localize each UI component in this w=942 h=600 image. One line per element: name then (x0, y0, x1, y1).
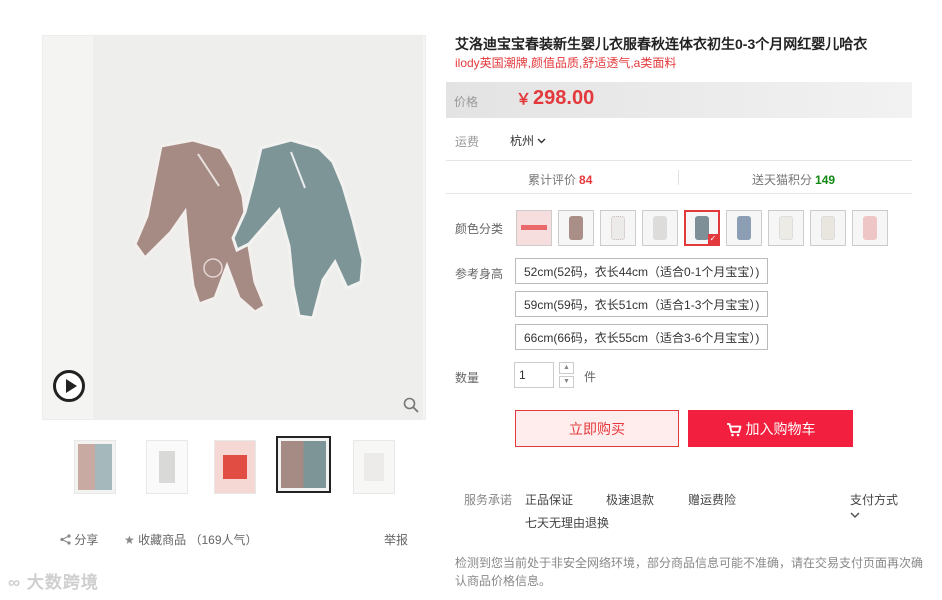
quantity-unit: 件 (584, 370, 597, 384)
service-genuine[interactable]: 正品保证 (525, 491, 573, 508)
watermark-text: 大数跨境 (26, 573, 99, 592)
thumbnail-strip (64, 436, 424, 500)
points-label: 送天猫积分 (752, 173, 813, 187)
price-value: ￥ 298.00 (516, 87, 594, 110)
selected-check-icon: ✓ (708, 234, 718, 244)
points-stat: 送天猫积分 149 (752, 171, 835, 188)
payment-methods-toggle[interactable]: 支付方式 (850, 491, 898, 508)
zoom-icon[interactable] (403, 397, 419, 413)
shipping-city: 杭州 (510, 134, 535, 148)
shipping-city-select[interactable]: 杭州 (510, 132, 546, 149)
color-swatch-7[interactable] (768, 210, 804, 246)
quantity-increase-button[interactable]: ▲ (559, 362, 574, 374)
watermark: ∞ 大数跨境 (8, 568, 99, 593)
quantity-input[interactable] (514, 362, 554, 388)
thumbnail-2[interactable] (146, 440, 188, 494)
price-label: 价格 (454, 95, 479, 109)
watermark-logo-icon: ∞ (8, 573, 22, 592)
thumbnail-4-selected[interactable] (276, 436, 331, 493)
color-swatch-6[interactable] (726, 210, 762, 246)
reviews-label: 累计评价 (528, 173, 577, 187)
cart-icon (726, 422, 741, 436)
shipping-label: 运费 (455, 135, 480, 149)
buy-now-button[interactable]: 立即购买 (515, 410, 679, 447)
chevron-down-icon (537, 138, 546, 144)
divider (446, 193, 912, 194)
size-option-52[interactable]: 52cm(52码，衣长44cm（适合0-1个月宝宝）) (515, 258, 769, 284)
price-box: 价格 ￥ 298.00 (446, 82, 912, 118)
currency-symbol: ￥ (516, 91, 532, 108)
service-label: 服务承诺 (464, 493, 513, 507)
security-notice: 检测到您当前处于非安全网络环境，部分商品信息可能不准确，请在交易支付页面再次确认… (455, 556, 924, 588)
points-count: 149 (815, 173, 836, 187)
add-to-cart-button[interactable]: 加入购物车 (688, 410, 853, 447)
share-label: 分享 (74, 533, 99, 547)
rompers-illustration (133, 138, 365, 320)
service-shipping-insurance[interactable]: 赠运费险 (688, 491, 736, 508)
chevron-down-icon[interactable] (850, 512, 860, 519)
favorite-label: 收藏商品 (138, 533, 187, 547)
play-video-button[interactable] (53, 370, 85, 402)
stats-separator (678, 170, 679, 185)
product-title: 艾洛迪宝宝春装新生婴儿衣服春秋连体衣初生0-3个月网红婴儿哈衣 (455, 36, 868, 52)
product-subtitle: ilody英国潮牌,颜值品质,舒适透气,a类面料 (455, 56, 677, 70)
favorite-link[interactable]: ★ 收藏商品 （169人气） (124, 531, 258, 548)
reviews-count: 84 (579, 173, 593, 187)
price-amount: 298.00 (533, 87, 595, 109)
thumbnail-1[interactable] (74, 440, 116, 494)
quantity-label: 数量 (455, 371, 480, 385)
color-swatch-1[interactable] (516, 210, 552, 246)
color-swatch-2[interactable] (558, 210, 594, 246)
thumbnail-3[interactable] (214, 440, 256, 494)
color-swatch-3[interactable] (600, 210, 636, 246)
stats-row: 累计评价 84 送天猫积分 149 (446, 168, 912, 190)
color-swatch-8[interactable] (810, 210, 846, 246)
color-swatch-4[interactable] (642, 210, 678, 246)
height-label: 参考身高 (455, 267, 504, 281)
share-row: 分享 ★ 收藏商品 （169人气） 举报 (60, 531, 412, 549)
service-seven-day-return[interactable]: 七天无理由退换 (525, 514, 609, 531)
thumbnail-5[interactable] (353, 440, 395, 494)
quantity-decrease-button[interactable]: ▼ (559, 376, 574, 388)
color-swatch-9[interactable] (852, 210, 888, 246)
report-link[interactable]: 举报 (384, 531, 408, 548)
share-link[interactable]: 分享 (60, 531, 98, 548)
service-fast-refund[interactable]: 极速退款 (606, 491, 654, 508)
divider (446, 160, 912, 161)
star-icon: ★ (124, 533, 135, 547)
size-option-59[interactable]: 59cm(59码，衣长51cm（适合1-3个月宝宝）) (515, 291, 769, 317)
share-icon (60, 534, 71, 545)
color-swatch-5-selected[interactable]: ✓ (684, 210, 720, 246)
size-option-66[interactable]: 66cm(66码，衣长55cm（适合3-6个月宝宝）) (515, 324, 769, 350)
add-to-cart-label: 加入购物车 (745, 420, 816, 437)
color-label: 颜色分类 (455, 222, 504, 236)
reviews-stat[interactable]: 累计评价 84 (528, 171, 592, 188)
popularity-count: （169人气） (189, 533, 258, 547)
main-product-image[interactable] (42, 35, 426, 420)
